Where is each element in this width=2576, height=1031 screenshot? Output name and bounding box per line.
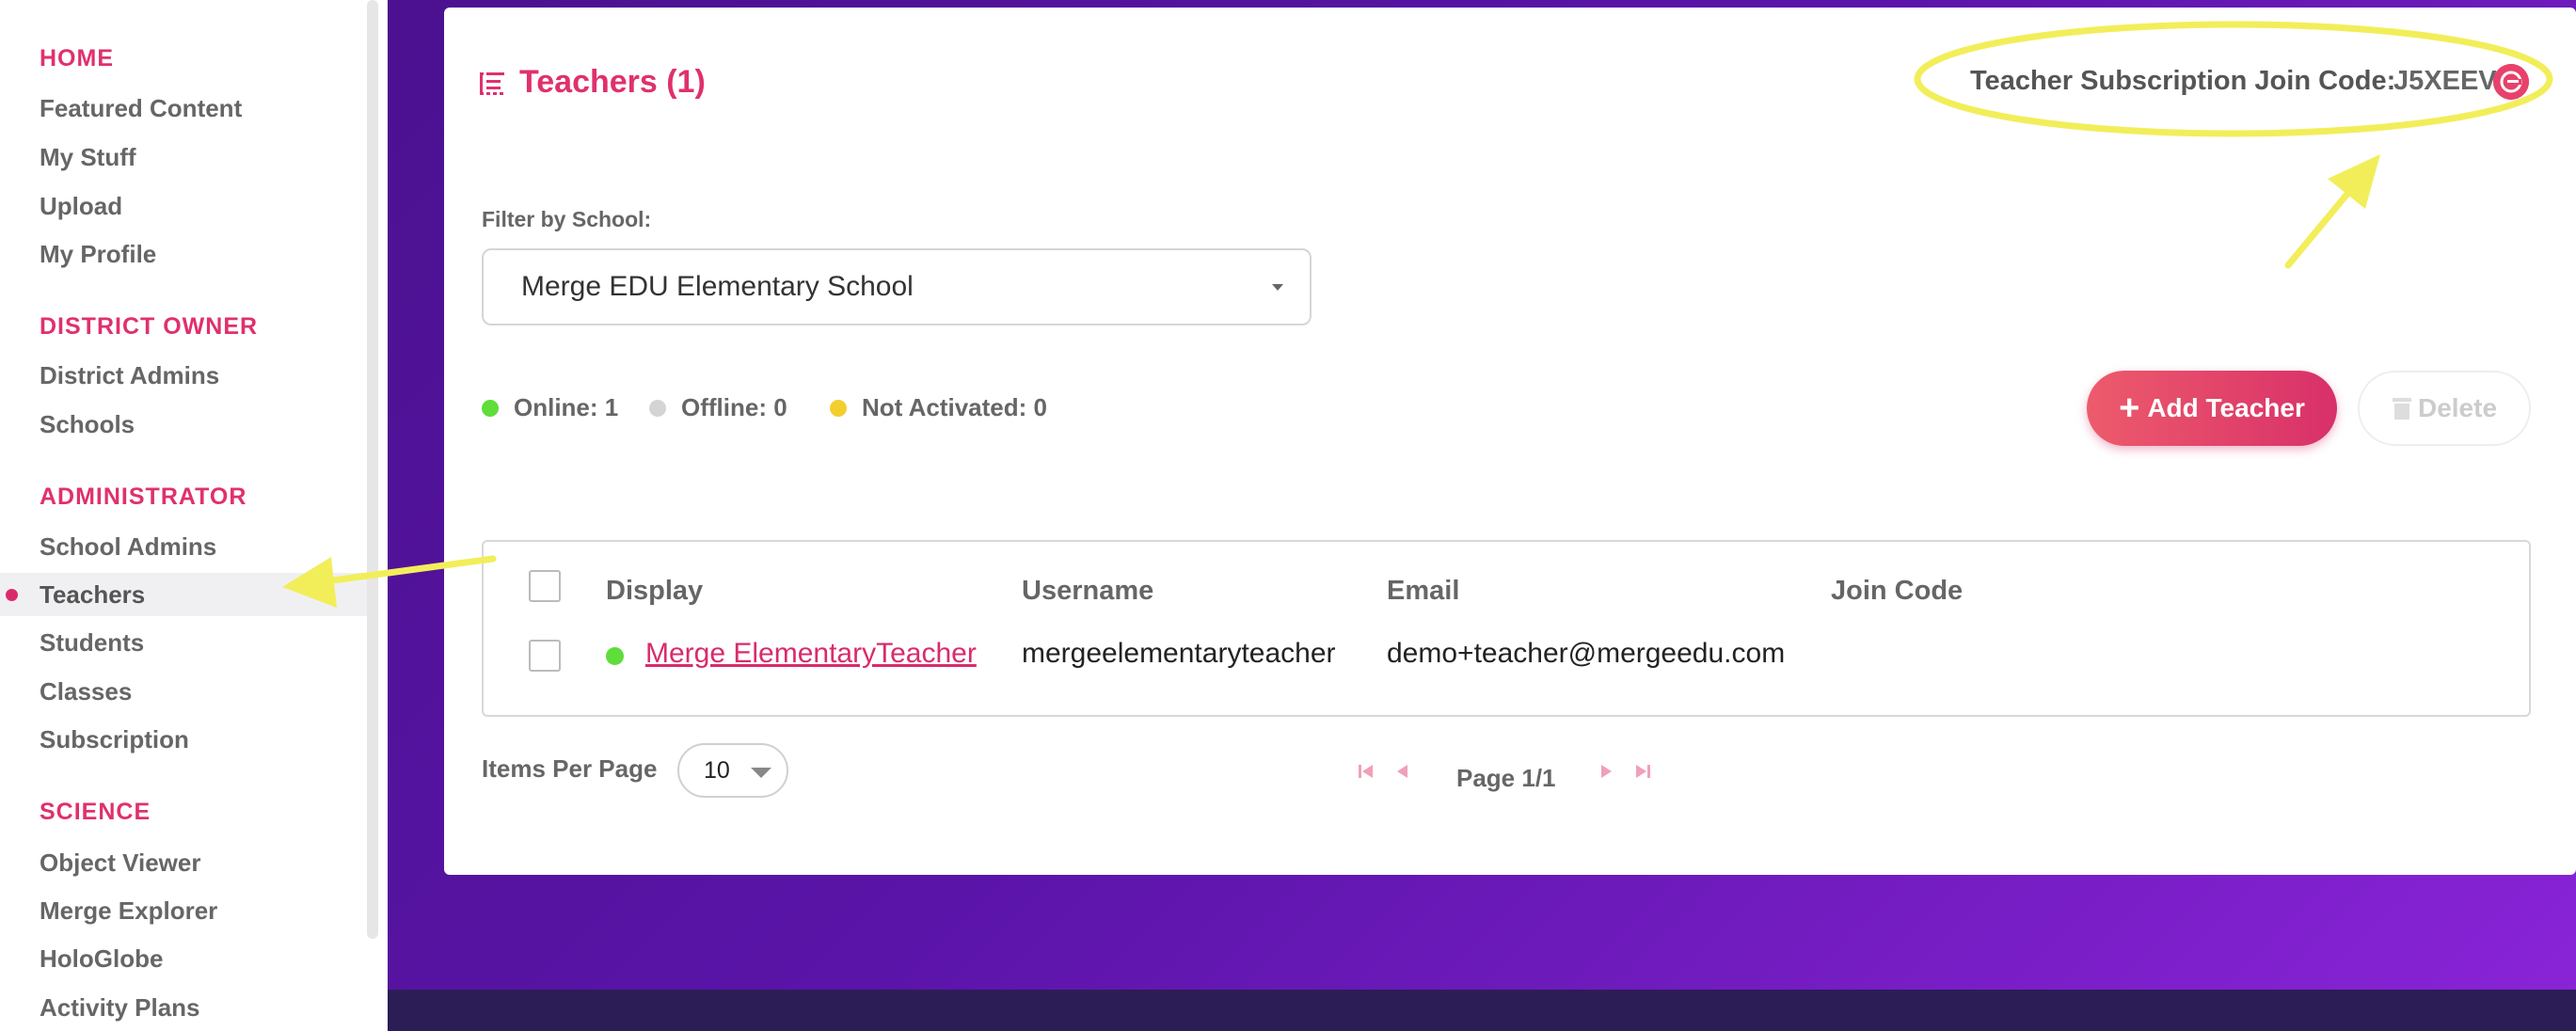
teachers-table: Display Username Email Join Code Merge E… [482, 540, 2531, 717]
copy-icon [2493, 64, 2529, 100]
previous-page-icon[interactable] [1394, 762, 1411, 781]
column-header-email[interactable]: Email [1387, 576, 1459, 607]
sidebar: HOME Featured Content My Stuff Upload My… [0, 0, 388, 1031]
delete-button[interactable]: Delete [2358, 371, 2531, 446]
select-all-checkbox[interactable] [529, 570, 561, 602]
trash-icon [2392, 398, 2411, 420]
row-checkbox[interactable] [529, 640, 561, 672]
sidebar-item-teachers[interactable]: Teachers [0, 573, 367, 616]
list-icon [480, 72, 504, 95]
section-heading-science: SCIENCE [40, 799, 151, 825]
not-activated-count: Not Activated: 0 [862, 393, 1047, 421]
online-count: Online: 1 [514, 393, 619, 421]
first-page-icon[interactable] [1357, 762, 1375, 781]
sidebar-item-students[interactable]: Students [0, 621, 367, 664]
column-header-display[interactable]: Display [606, 576, 703, 607]
not-activated-status-dot [830, 400, 847, 417]
sidebar-item-label: Teachers [40, 580, 146, 609]
school-filter-select[interactable]: Merge EDU Elementary School [482, 248, 1312, 325]
sidebar-item-merge-explorer[interactable]: Merge Explorer [0, 889, 367, 932]
plus-icon: + [2119, 389, 2140, 428]
last-page-icon[interactable] [1633, 762, 1652, 781]
sidebar-item-schools[interactable]: Schools [0, 403, 367, 446]
active-indicator-dot [6, 589, 18, 601]
sidebar-scrollbar[interactable] [367, 0, 378, 939]
section-heading-home: HOME [40, 45, 114, 71]
next-page-icon[interactable] [1598, 762, 1614, 781]
column-header-join-code[interactable]: Join Code [1831, 576, 1963, 607]
chevron-down-icon [751, 768, 771, 778]
teacher-display-link[interactable]: Merge ElementaryTeacher [645, 638, 977, 670]
sidebar-item-subscription[interactable]: Subscription [0, 718, 367, 761]
copy-join-code-button[interactable] [2493, 64, 2529, 100]
sidebar-item-featured-content[interactable]: Featured Content [0, 87, 367, 130]
add-teacher-button[interactable]: + Add Teacher [2087, 371, 2337, 446]
sidebar-item-school-admins[interactable]: School Admins [0, 525, 367, 568]
teacher-email: demo+teacher@mergeedu.com [1387, 638, 1786, 669]
sidebar-item-my-stuff[interactable]: My Stuff [0, 135, 367, 179]
sidebar-item-hologlobe[interactable]: HoloGlobe [0, 937, 367, 980]
join-code-value: J5XEEV [2393, 66, 2497, 96]
row-online-status-dot [606, 647, 624, 665]
page-indicator: Page 1/1 [1456, 764, 1556, 792]
online-status-dot [482, 400, 499, 417]
section-heading-administrator: ADMINISTRATOR [40, 484, 247, 510]
sidebar-item-upload[interactable]: Upload [0, 184, 367, 228]
sidebar-item-activity-plans[interactable]: Activity Plans [0, 986, 367, 1029]
chevron-down-icon [1272, 284, 1283, 291]
filter-label: Filter by School: [482, 207, 652, 231]
sidebar-item-classes[interactable]: Classes [0, 670, 367, 713]
sidebar-item-district-admins[interactable]: District Admins [0, 354, 367, 397]
items-per-page-select[interactable]: 10 [677, 743, 788, 798]
teacher-username: mergeelementaryteacher [1022, 638, 1336, 669]
items-per-page-value: 10 [704, 757, 730, 784]
page-title: Teachers (1) [519, 64, 706, 100]
add-teacher-label: Add Teacher [2147, 393, 2305, 422]
school-filter-value: Merge EDU Elementary School [521, 271, 914, 302]
sidebar-item-object-viewer[interactable]: Object Viewer [0, 841, 367, 884]
offline-count: Offline: 0 [681, 393, 787, 421]
column-header-username[interactable]: Username [1022, 576, 1153, 607]
join-code-label: Teacher Subscription Join Code: [1970, 66, 2396, 96]
bottom-bar [388, 990, 2576, 1031]
offline-status-dot [649, 400, 666, 417]
sidebar-item-my-profile[interactable]: My Profile [0, 232, 367, 276]
items-per-page-label: Items Per Page [482, 754, 658, 783]
delete-label: Delete [2417, 393, 2498, 422]
section-heading-district-owner: DISTRICT OWNER [40, 313, 259, 340]
